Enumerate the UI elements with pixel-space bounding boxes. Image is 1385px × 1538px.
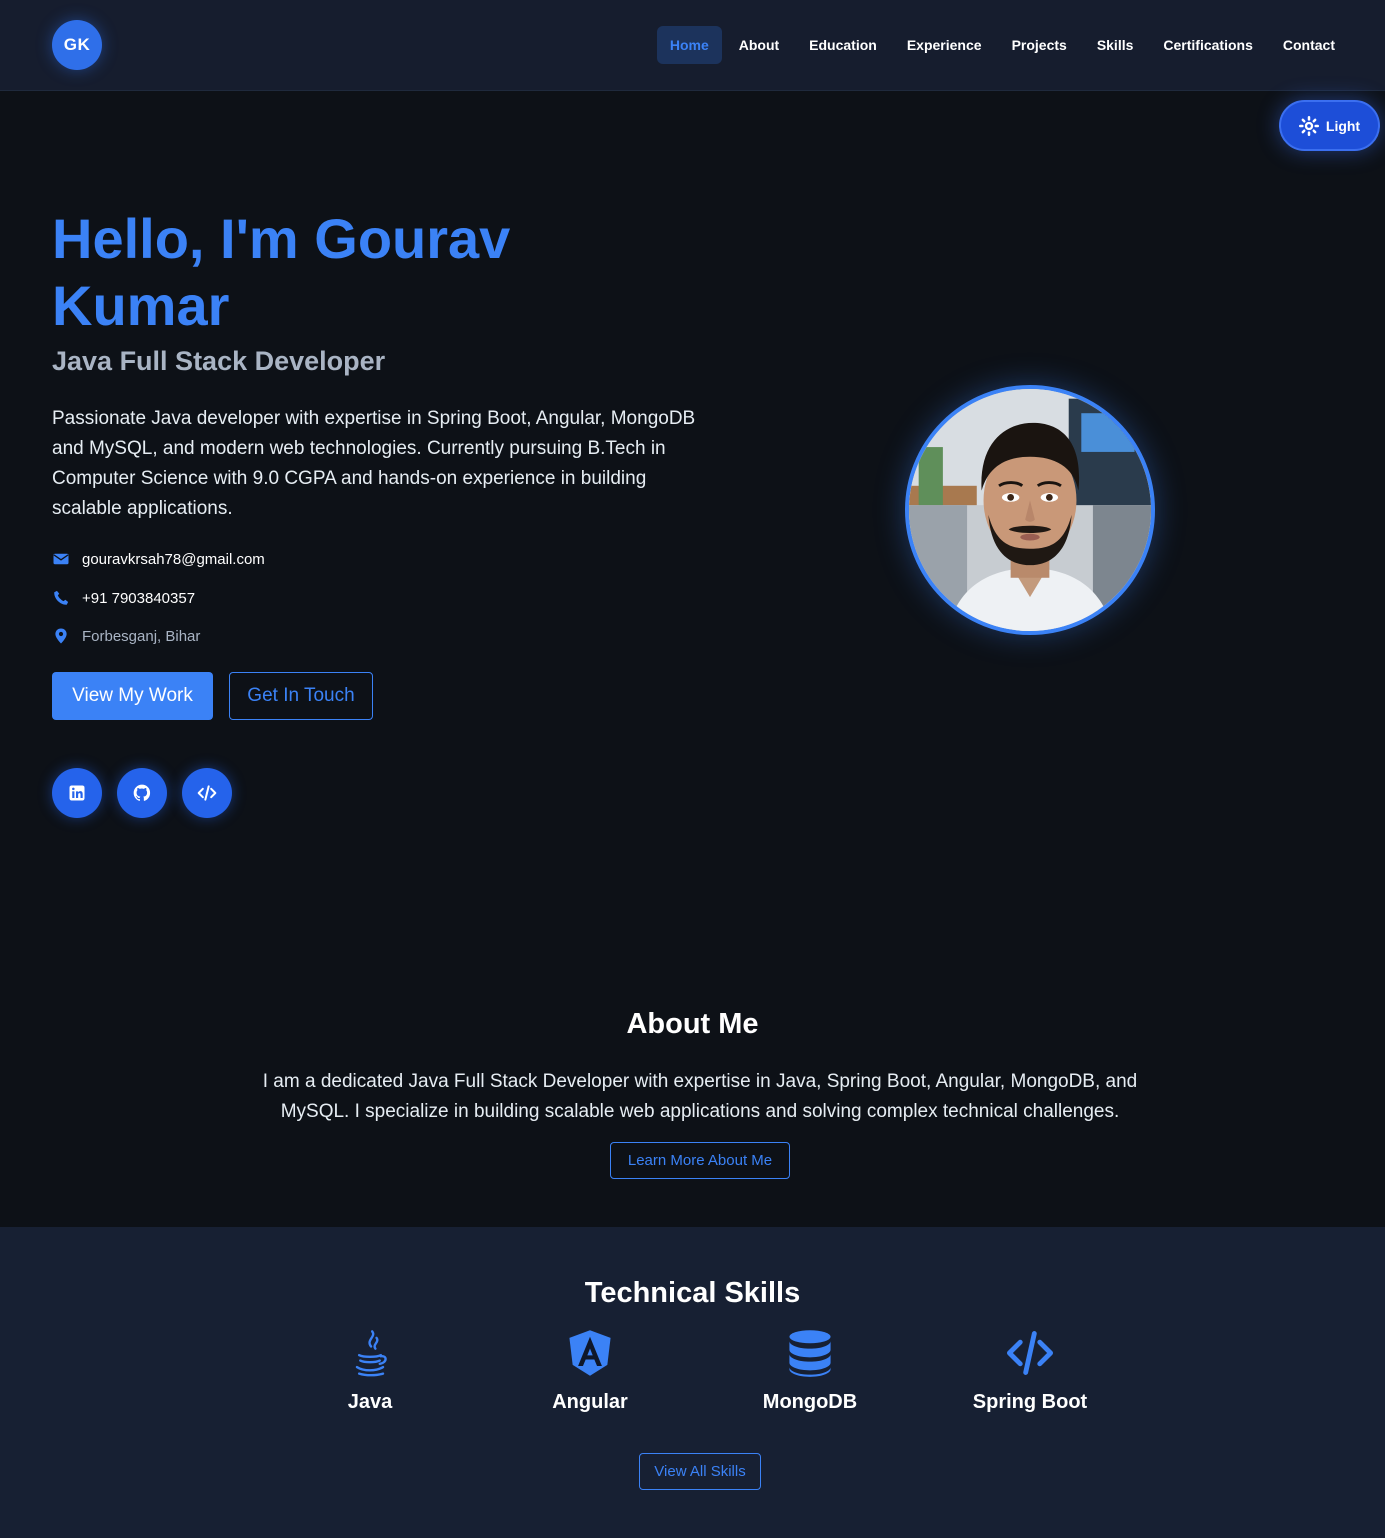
portfolio-code-link[interactable] [182, 768, 232, 818]
skill-mongodb: MongoDB [700, 1327, 920, 1414]
angular-icon [569, 1330, 611, 1376]
portrait-image [909, 389, 1151, 631]
view-my-work-button[interactable]: View My Work [52, 672, 213, 720]
nav-projects[interactable]: Projects [999, 26, 1080, 64]
theme-toggle-label: Light [1325, 117, 1361, 134]
linkedin-link[interactable] [52, 768, 102, 818]
skill-java: Java [260, 1327, 480, 1414]
contact-phone[interactable]: +91 7903840357 [52, 589, 195, 607]
nav-contact[interactable]: Contact [1270, 26, 1348, 64]
sun-icon [1298, 115, 1319, 136]
skill-java-label: Java [347, 1391, 393, 1413]
hero-title: Hello, I'm Gourav Kumar [52, 207, 511, 337]
contact-email[interactable]: gouravkrsah78@gmail.com [52, 550, 265, 568]
email-text: gouravkrsah78@gmail.com [82, 550, 265, 568]
code-icon [1006, 1331, 1054, 1375]
skills-title: Technical Skills [584, 1277, 801, 1309]
skill-spring-boot-label: Spring Boot [972, 1391, 1088, 1413]
envelope-icon [53, 553, 69, 565]
skill-angular-label: Angular [552, 1391, 628, 1413]
main-nav: Home About Education Experience Projects… [653, 26, 1348, 64]
site-header: GK Home About Education Experience Proje… [0, 0, 1385, 91]
map-pin-icon [55, 628, 67, 644]
linkedin-icon [69, 785, 85, 801]
skills-section: Technical Skills Java Angular MongoDB Sp… [0, 1227, 1385, 1538]
nav-experience[interactable]: Experience [894, 26, 995, 64]
hero-subtitle: Java Full Stack Developer [52, 346, 386, 376]
database-icon [789, 1330, 831, 1377]
nav-education[interactable]: Education [796, 26, 890, 64]
skill-angular: Angular [480, 1327, 700, 1414]
skill-mongodb-label: MongoDB [762, 1391, 858, 1413]
nav-skills[interactable]: Skills [1084, 26, 1147, 64]
nav-certifications[interactable]: Certifications [1150, 26, 1265, 64]
contact-location: Forbesganj, Bihar [52, 627, 200, 645]
nav-about[interactable]: About [726, 26, 792, 64]
view-all-skills-button[interactable]: View All Skills [639, 1453, 761, 1490]
about-text: I am a dedicated Java Full Stack Develop… [262, 1071, 1138, 1122]
hero-description: Passionate Java developer with expertise… [52, 408, 696, 519]
nav-home[interactable]: Home [656, 26, 722, 64]
skill-spring-boot: Spring Boot [920, 1327, 1140, 1414]
profile-photo [905, 385, 1155, 635]
java-icon [355, 1330, 387, 1377]
code-icon [197, 785, 217, 801]
github-link[interactable] [117, 768, 167, 818]
get-in-touch-button[interactable]: Get In Touch [229, 672, 373, 720]
logo[interactable]: GK [52, 20, 102, 70]
phone-text: +91 7903840357 [82, 589, 196, 607]
phone-icon [54, 590, 69, 605]
learn-more-about-button[interactable]: Learn More About Me [610, 1142, 790, 1179]
github-icon [133, 784, 151, 801]
theme-toggle-button[interactable]: Light [1279, 100, 1380, 151]
about-title: About Me [626, 1008, 759, 1040]
location-text: Forbesganj, Bihar [82, 627, 201, 645]
